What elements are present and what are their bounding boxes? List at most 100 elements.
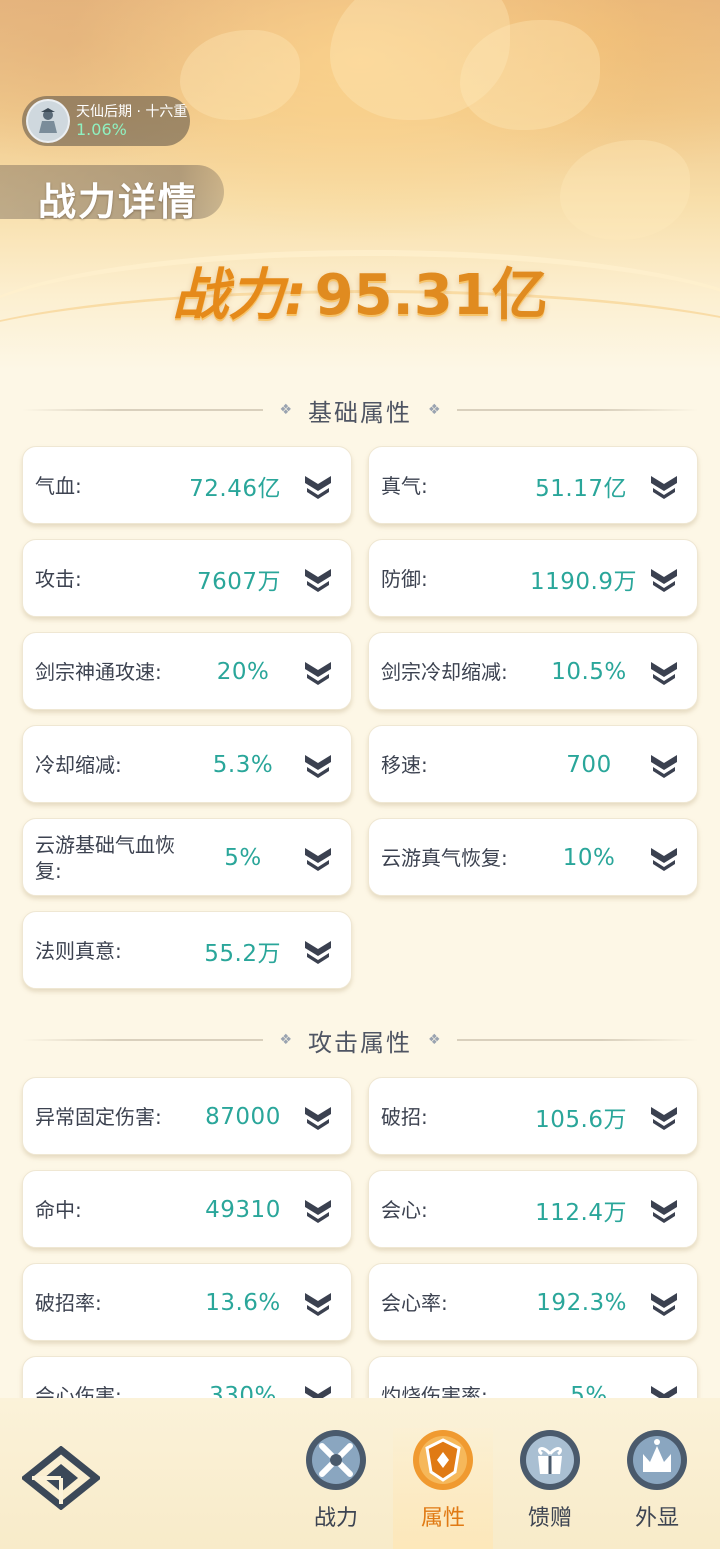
diamond-ornament-icon: ❖ — [279, 402, 292, 418]
stat-value: 10% — [562, 845, 616, 871]
stat-card-defense[interactable]: 防御: 1190.9万 — [368, 539, 698, 617]
chevron-down-icon[interactable] — [303, 846, 333, 872]
stat-value: 51.17亿 — [535, 476, 627, 502]
stat-card-travel-hp-regen[interactable]: 云游基础气血恢复: 5% — [22, 818, 352, 896]
stat-label: 冷却缩减: — [35, 753, 122, 777]
stat-label: 真气: — [381, 474, 428, 498]
realm-name: 天仙后期 · 十六重 — [76, 104, 188, 120]
stat-card-sword-cooldown[interactable]: 剑宗冷却缩减: 10.5% — [368, 632, 698, 710]
stat-value: 330% — [209, 1383, 277, 1398]
stat-card-hp[interactable]: 气血: 72.46亿 — [22, 446, 352, 524]
section-header-basic: ❖ 基础属性 ❖ — [22, 390, 698, 430]
stat-card-crit-damage[interactable]: 会心伤害: 330% — [22, 1356, 352, 1398]
chevron-down-icon[interactable] — [303, 1384, 333, 1398]
chevron-down-icon[interactable] — [303, 1198, 333, 1224]
stat-card-crit[interactable]: 会心: 112.4万 — [368, 1170, 698, 1248]
chevron-down-icon[interactable] — [649, 660, 679, 686]
sword-shield-icon — [306, 1430, 366, 1490]
chevron-down-icon[interactable] — [303, 660, 333, 686]
stat-label: 会心: — [381, 1198, 428, 1222]
chevron-down-icon[interactable] — [649, 474, 679, 500]
stat-label: 会心率: — [381, 1291, 448, 1315]
stat-value: 13.6% — [205, 1290, 281, 1316]
stat-label: 防御: — [381, 567, 428, 591]
stat-label: 法则真意: — [35, 939, 122, 963]
chevron-down-icon[interactable] — [649, 1384, 679, 1398]
tab-power[interactable]: 战力 — [286, 1428, 386, 1549]
character-icon — [39, 108, 57, 133]
stat-label: 会心伤害: — [35, 1384, 122, 1398]
stat-value: 105.6万 — [535, 1107, 627, 1133]
chevron-down-icon[interactable] — [303, 1105, 333, 1131]
chevron-down-icon[interactable] — [649, 753, 679, 779]
chevron-down-icon[interactable] — [649, 1291, 679, 1317]
section-title: 攻击属性 — [308, 1028, 412, 1057]
gift-icon — [520, 1430, 580, 1490]
stat-label: 破招率: — [35, 1291, 102, 1315]
stat-card-move-speed[interactable]: 移速: 700 — [368, 725, 698, 803]
chevron-down-icon[interactable] — [303, 753, 333, 779]
stat-label: 异常固定伤害: — [35, 1105, 162, 1129]
stat-label: 剑宗神通攻速: — [35, 660, 162, 684]
logo-icon[interactable] — [22, 1446, 100, 1510]
chevron-down-icon[interactable] — [303, 567, 333, 593]
stat-label: 攻击: — [35, 567, 82, 591]
stat-value: 5% — [570, 1383, 608, 1398]
hero-header: 天仙后期 · 十六重 1.06% 战力详情 战力: 95.31亿 — [0, 0, 720, 370]
stat-label: 气血: — [35, 474, 82, 498]
shield-diamond-icon — [413, 1430, 473, 1490]
stat-value: 10.5% — [551, 659, 627, 685]
realm-badge[interactable]: 天仙后期 · 十六重 1.06% — [22, 96, 190, 146]
stats-scroll-area[interactable]: ❖ 基础属性 ❖ 气血: 72.46亿 真气: 51.17亿 攻击: 7607万… — [0, 370, 720, 1398]
stat-card-mp[interactable]: 真气: 51.17亿 — [368, 446, 698, 524]
realm-progress: 1.06% — [76, 120, 127, 139]
stat-label: 命中: — [35, 1198, 82, 1222]
chevron-down-icon[interactable] — [303, 474, 333, 500]
stat-value: 112.4万 — [535, 1200, 627, 1226]
stat-card-cooldown[interactable]: 冷却缩减: 5.3% — [22, 725, 352, 803]
stat-card-break-rate[interactable]: 破招率: 13.6% — [22, 1263, 352, 1341]
stat-card-law-essence[interactable]: 法则真意: 55.2万 — [22, 911, 352, 989]
stat-card-burn-damage[interactable]: 灼烧伤害率: 5% — [368, 1356, 698, 1398]
page-title: 战力详情 — [38, 180, 199, 224]
stat-label: 破招: — [381, 1105, 428, 1129]
stat-card-break[interactable]: 破招: 105.6万 — [368, 1077, 698, 1155]
tab-label: 外显 — [634, 1506, 679, 1531]
chevron-down-icon[interactable] — [649, 846, 679, 872]
chevron-down-icon[interactable] — [649, 567, 679, 593]
section-title: 基础属性 — [308, 398, 412, 427]
crown-icon — [627, 1430, 687, 1490]
tab-label: 属性 — [420, 1506, 465, 1531]
chevron-down-icon[interactable] — [649, 1198, 679, 1224]
stat-value: 7607万 — [196, 569, 281, 595]
stat-value: 20% — [216, 659, 270, 685]
diamond-ornament-icon: ❖ — [279, 1032, 292, 1048]
stat-value: 700 — [566, 752, 612, 778]
chevron-down-icon[interactable] — [649, 1105, 679, 1131]
diamond-ornament-icon: ❖ — [428, 1032, 441, 1048]
stat-value: 49310 — [205, 1197, 281, 1223]
bottom-nav-bar: 战力 属性 馈赠 外显 — [0, 1398, 720, 1549]
stat-card-travel-mp-regen[interactable]: 云游真气恢复: 10% — [368, 818, 698, 896]
stat-value: 192.3% — [536, 1290, 627, 1316]
tab-appearance[interactable]: 外显 — [607, 1428, 707, 1549]
power-detail-title: 战力详情 — [0, 165, 224, 224]
stat-card-abnormal-damage[interactable]: 异常固定伤害: 87000 — [22, 1077, 352, 1155]
stat-value: 5% — [224, 845, 262, 871]
stat-card-attack[interactable]: 攻击: 7607万 — [22, 539, 352, 617]
stat-card-hit[interactable]: 命中: 49310 — [22, 1170, 352, 1248]
chevron-down-icon[interactable] — [303, 1291, 333, 1317]
stat-value: 87000 — [205, 1104, 281, 1130]
tab-label: 馈赠 — [527, 1506, 572, 1531]
diamond-ornament-icon: ❖ — [428, 402, 441, 418]
total-power: 战力: 95.31亿 — [0, 250, 720, 331]
stat-label: 剑宗冷却缩减: — [381, 660, 508, 684]
tab-attributes[interactable]: 属性 — [393, 1428, 493, 1549]
stat-card-sword-speed[interactable]: 剑宗神通攻速: 20% — [22, 632, 352, 710]
stat-value: 5.3% — [212, 752, 274, 778]
stat-card-crit-rate[interactable]: 会心率: 192.3% — [368, 1263, 698, 1341]
tab-gifts[interactable]: 馈赠 — [500, 1428, 600, 1549]
stat-value: 1190.9万 — [530, 569, 637, 595]
chevron-down-icon[interactable] — [303, 939, 333, 965]
stat-label: 云游真气恢复: — [381, 846, 508, 870]
